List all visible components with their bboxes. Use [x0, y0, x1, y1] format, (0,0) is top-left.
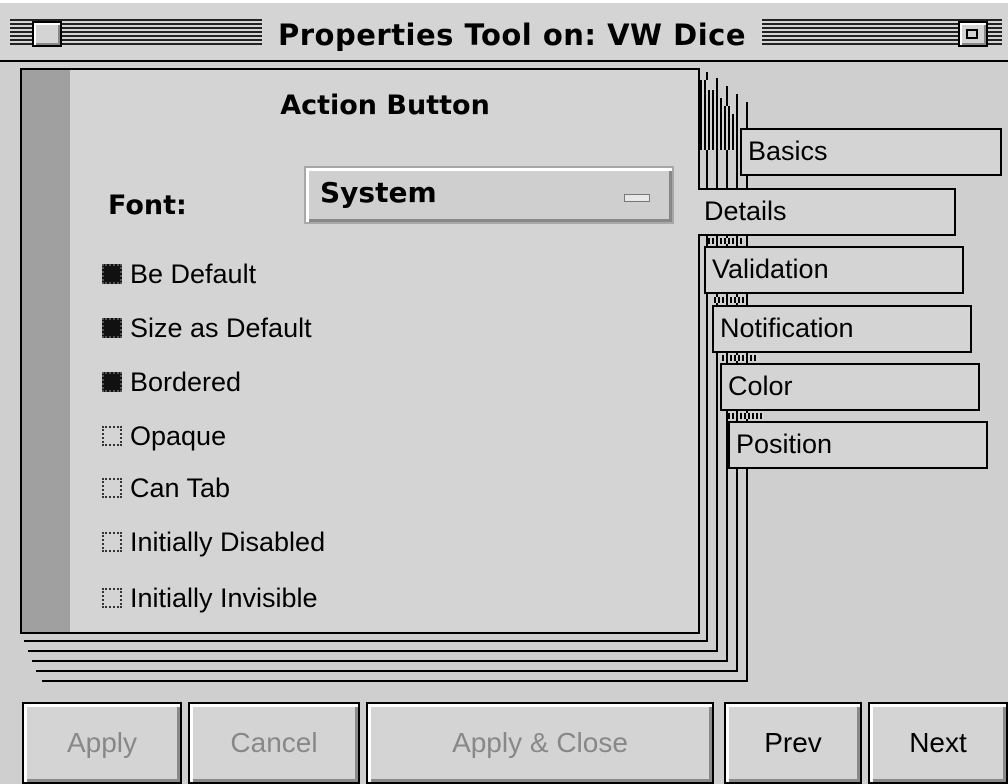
title-bar[interactable]: Properties Tool on: VW Dice — [0, 0, 1008, 62]
tab-label: Position — [736, 429, 833, 459]
checkbox-label: Opaque — [130, 420, 227, 451]
tab-stack-edge — [716, 98, 724, 150]
checkbox-initially-disabled[interactable]: Initially Disabled — [102, 524, 325, 560]
tab-label: Basics — [748, 136, 828, 166]
checkbox-bordered[interactable]: Bordered — [102, 364, 241, 400]
tab-label: Notification — [720, 313, 854, 343]
checkbox-be-default[interactable]: Be Default — [102, 256, 256, 292]
checkbox-initially-invisible[interactable]: Initially Invisible — [102, 580, 318, 616]
checkbox-checked-icon — [102, 264, 122, 284]
font-popup-value: System — [320, 176, 437, 209]
zoom-box-icon[interactable] — [958, 21, 988, 47]
tab-color[interactable]: Color — [720, 363, 980, 411]
checkbox-unchecked-icon — [102, 532, 122, 552]
checkbox-label: Initially Invisible — [130, 582, 318, 613]
tab-basics[interactable]: Basics — [740, 128, 1002, 176]
next-button[interactable]: Next — [868, 702, 1008, 784]
checkbox-size-as-default[interactable]: Size as Default — [102, 310, 312, 346]
tab-validation[interactable]: Validation — [704, 246, 964, 294]
details-page: Action Button Font: System Be Default Si… — [20, 68, 700, 634]
checkbox-opaque[interactable]: Opaque — [102, 418, 226, 454]
popup-indicator-icon — [624, 194, 650, 202]
checkbox-unchecked-icon — [102, 588, 122, 608]
checkbox-can-tab[interactable]: Can Tab — [102, 470, 230, 506]
tab-label: Details — [704, 196, 787, 226]
checkbox-label: Bordered — [130, 366, 242, 397]
close-box-icon[interactable] — [32, 21, 62, 47]
tab-stack-edge — [700, 80, 708, 150]
checkbox-unchecked-icon — [102, 426, 122, 446]
checkbox-label: Can Tab — [130, 472, 231, 503]
tab-position[interactable]: Position — [728, 421, 988, 469]
font-label: Font: — [108, 190, 187, 221]
checkbox-checked-icon — [102, 372, 122, 392]
tab-stack-edge — [714, 297, 750, 303]
font-popup-menu[interactable]: System — [304, 166, 674, 224]
cancel-button[interactable]: Cancel — [188, 702, 360, 784]
tab-notification[interactable]: Notification — [712, 305, 972, 353]
page-spine — [22, 70, 70, 632]
tab-stack-edge — [722, 355, 758, 361]
checkbox-label: Initially Disabled — [130, 526, 326, 557]
page-title: Action Button — [280, 90, 490, 121]
tab-label: Color — [728, 371, 793, 401]
checkbox-label: Be Default — [130, 258, 257, 289]
tab-stack-edge — [724, 106, 732, 150]
prev-button[interactable]: Prev — [724, 702, 862, 784]
checkbox-unchecked-icon — [102, 478, 122, 498]
tab-stack-edge — [728, 413, 764, 419]
checkbox-checked-icon — [102, 318, 122, 338]
tab-stack-edge — [732, 114, 740, 150]
tab-details[interactable]: Details — [698, 188, 956, 236]
tab-stack-edge — [708, 90, 716, 150]
checkbox-label: Size as Default — [130, 312, 312, 343]
tab-label: Validation — [712, 254, 829, 284]
window-title: Properties Tool on: VW Dice — [262, 15, 762, 55]
apply-close-button[interactable]: Apply & Close — [366, 702, 714, 784]
apply-button[interactable]: Apply — [22, 702, 182, 784]
tab-stack-edge — [708, 238, 742, 244]
